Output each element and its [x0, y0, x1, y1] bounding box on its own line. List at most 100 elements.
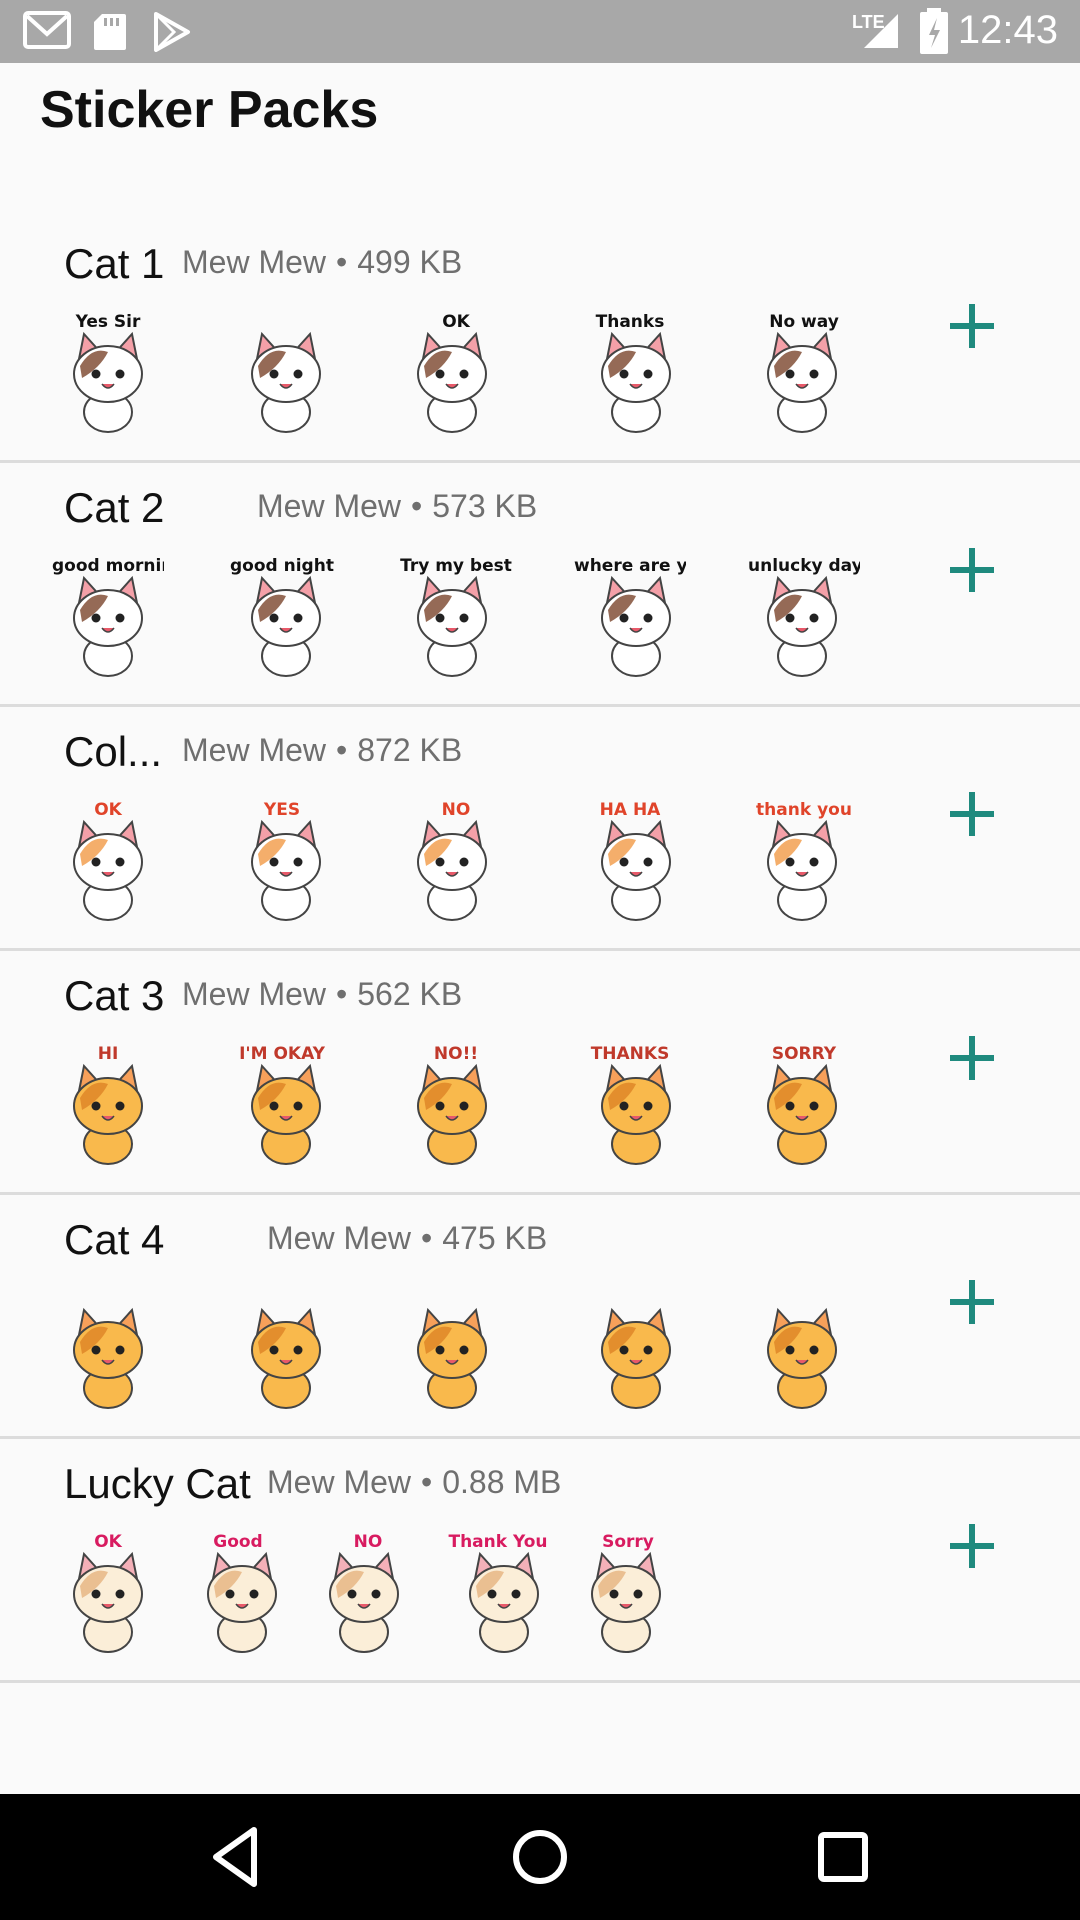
- meta-separator: •: [411, 488, 423, 524]
- sticker-caption: HA HA: [599, 800, 661, 820]
- sticker-thumbnail: No way: [748, 312, 860, 436]
- sticker-thumbnail: unlucky day: [748, 556, 860, 680]
- pack-name: Cat 4: [64, 1216, 165, 1263]
- pack-publisher: Mew Mew: [267, 1220, 412, 1256]
- sticker-thumbnail: OK: [52, 800, 164, 924]
- pack-meta: Mew Mew • 499 KB: [182, 244, 462, 281]
- pack-publisher: Mew Mew: [182, 732, 327, 768]
- pack-size: 573 KB: [432, 488, 538, 524]
- pack-meta: Mew Mew • 872 KB: [182, 732, 462, 769]
- signal-icon: [864, 14, 898, 48]
- sticker-caption: THANKS: [590, 1044, 670, 1064]
- sticker-thumbnail: Yes Sir: [52, 312, 164, 436]
- sticker-thumbnail: THANKS: [574, 1044, 686, 1168]
- sticker-thumbnail: [748, 1288, 860, 1412]
- sticker-thumbnail: Try my best: [400, 556, 512, 680]
- pack-name: Col...: [64, 728, 163, 775]
- sticker-caption: Yes Sir: [75, 312, 141, 332]
- sticker-caption: OK: [442, 312, 470, 332]
- sticker-thumbnail: thank you: [748, 800, 860, 924]
- recents-icon[interactable]: [810, 1824, 876, 1890]
- sticker-caption: where are you?: [574, 556, 686, 576]
- battery-icon: [920, 8, 948, 54]
- pack-size: 499 KB: [357, 244, 463, 280]
- pack-meta: Mew Mew • 562 KB: [182, 976, 462, 1013]
- pack-publisher: Mew Mew: [182, 244, 327, 280]
- sticker-caption: YES: [263, 800, 301, 820]
- sticker-thumbnail: SORRY: [748, 1044, 860, 1168]
- sticker-pack-row[interactable]: Cat 4 Mew Mew • 475 KB: [0, 1192, 1080, 1439]
- sticker-thumbnail: Good: [182, 1532, 294, 1656]
- status-time: 12:43: [957, 8, 1058, 52]
- pack-name: Lucky Cat: [64, 1460, 251, 1507]
- sticker-thumbnail: OK: [400, 312, 512, 436]
- cat-sticker-art: [251, 331, 321, 433]
- sticker-pack-row[interactable]: Lucky Cat Mew Mew • 0.88 MB OK Good NO Thank Yo…: [0, 1436, 1080, 1683]
- add-to-whatsapp-plus-icon[interactable]: [946, 544, 998, 596]
- sticker-thumbnail: OK: [52, 1532, 164, 1656]
- sticker-caption: good morning: [52, 556, 164, 576]
- sticker-pack-row[interactable]: Cat 1 Mew Mew • 499 KB Yes Sir OK Thanks No way: [0, 216, 1080, 463]
- pack-meta: Mew Mew • 0.88 MB: [267, 1464, 561, 1501]
- pack-publisher: Mew Mew: [257, 488, 402, 524]
- sticker-thumbnail: good night: [226, 556, 338, 680]
- home-icon[interactable]: [507, 1824, 573, 1890]
- gmail-icon: [23, 11, 71, 49]
- meta-separator: •: [421, 1464, 433, 1500]
- sticker-thumbnail: [574, 1288, 686, 1412]
- sticker-caption: Thanks: [595, 312, 665, 332]
- navigation-bar: [0, 1794, 1080, 1920]
- sticker-thumbnail: NO!!: [400, 1044, 512, 1168]
- play-store-icon: [154, 12, 190, 52]
- meta-separator: •: [336, 244, 348, 280]
- sticker-caption: unlucky day: [748, 556, 860, 576]
- cat-sticker-art: [251, 1307, 321, 1409]
- sticker-pack-row[interactable]: Cat 2 Mew Mew•573 KB good morning good nigh…: [0, 460, 1080, 707]
- pack-size: 872 KB: [357, 732, 463, 768]
- sticker-thumbnail: YES: [226, 800, 338, 924]
- sticker-caption: SORRY: [771, 1044, 837, 1064]
- sticker-thumbnail: where are you?: [574, 556, 686, 680]
- cat-sticker-art: [601, 1307, 671, 1409]
- sticker-caption: No way: [769, 312, 839, 332]
- sticker-thumbnail: HI: [52, 1044, 164, 1168]
- sticker-thumbnail: Thanks: [574, 312, 686, 436]
- pack-size: 562 KB: [357, 976, 463, 1012]
- sticker-caption: NO: [353, 1532, 383, 1552]
- status-bar: LTE 12:43: [0, 0, 1080, 63]
- sticker-thumbnail: HA HA: [574, 800, 686, 924]
- add-to-whatsapp-plus-icon[interactable]: [946, 1276, 998, 1328]
- sticker-caption: Thank You: [448, 1532, 548, 1552]
- sticker-thumbnail: [400, 1288, 512, 1412]
- add-to-whatsapp-plus-icon[interactable]: [946, 788, 998, 840]
- meta-separator: •: [421, 1220, 433, 1256]
- pack-name: Cat 2: [64, 484, 165, 531]
- sticker-thumbnail: NO: [312, 1532, 424, 1656]
- pack-publisher: Mew Mew: [267, 1464, 412, 1500]
- meta-separator: •: [336, 976, 348, 1012]
- add-to-whatsapp-plus-icon[interactable]: [946, 1032, 998, 1084]
- pack-name: Cat 3: [64, 972, 165, 1019]
- sticker-caption: good night: [230, 556, 334, 576]
- cat-sticker-art: [417, 1307, 487, 1409]
- meta-separator: •: [336, 732, 348, 768]
- pack-name: Cat 1: [64, 240, 165, 287]
- sticker-pack-row[interactable]: Col... Mew Mew • 872 KB OK YES NO HA HA thank yo…: [0, 704, 1080, 951]
- sticker-pack-row[interactable]: Cat 3 Mew Mew • 562 KB HI I'M OKAY NO!! THANKS S…: [0, 948, 1080, 1195]
- sticker-caption: Good: [213, 1532, 263, 1552]
- sticker-caption: NO!!: [433, 1044, 479, 1064]
- sticker-caption: OK: [94, 800, 122, 820]
- sticker-thumbnail: NO: [400, 800, 512, 924]
- add-to-whatsapp-plus-icon[interactable]: [946, 300, 998, 352]
- pack-size: 0.88 MB: [442, 1464, 562, 1500]
- pack-publisher: Mew Mew: [182, 976, 327, 1012]
- pack-meta: Mew Mew • 475 KB: [267, 1220, 547, 1257]
- add-to-whatsapp-plus-icon[interactable]: [946, 1520, 998, 1572]
- sticker-thumbnail: Sorry: [572, 1532, 684, 1656]
- sticker-caption: I'M OKAY: [239, 1044, 325, 1064]
- page-title: Sticker Packs: [40, 81, 379, 139]
- cat-sticker-art: [767, 1307, 837, 1409]
- back-icon[interactable]: [204, 1824, 270, 1890]
- sticker-caption: thank you: [756, 800, 852, 820]
- sticker-thumbnail: [52, 1288, 164, 1412]
